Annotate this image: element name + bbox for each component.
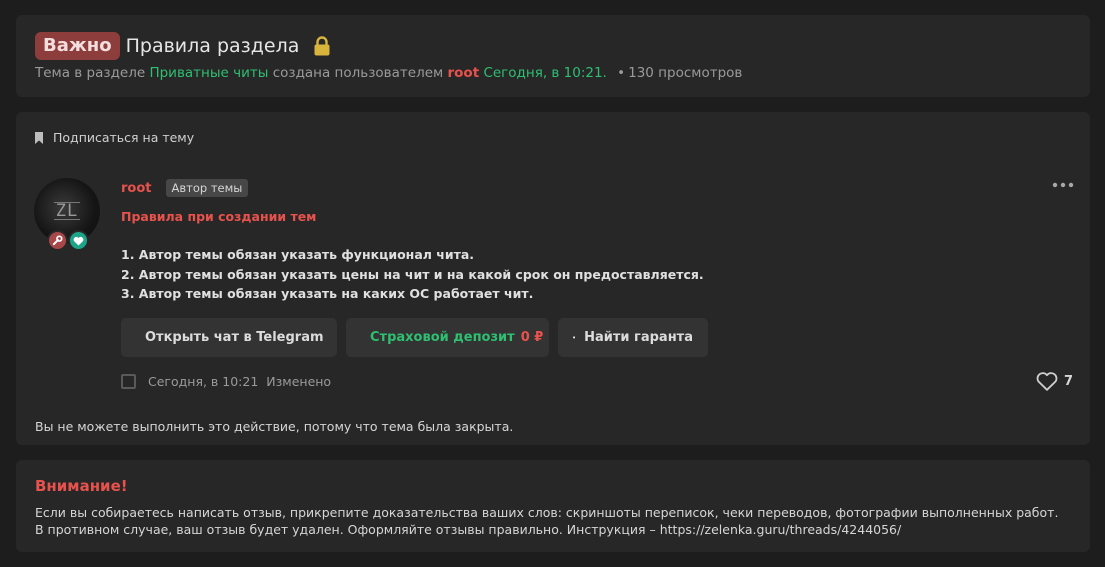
heart-icon <box>1036 372 1058 391</box>
subscribe-label: Подписаться на тему <box>53 130 195 145</box>
title-row: Важно Правила раздела <box>35 32 331 60</box>
post-header: root Автор темы <box>121 179 249 197</box>
thread-date[interactable]: Сегодня, в 10:21. <box>483 65 606 81</box>
view-count: 130 просмотров <box>628 65 743 81</box>
post-footer: Сегодня, в 10:21 Изменено <box>121 374 331 389</box>
notice-line: Если вы собираетесь написать отзыв, прик… <box>35 505 1059 520</box>
rule-item: 3. Автор темы обязан указать на каких ОС… <box>121 286 534 301</box>
like-button[interactable]: 7 <box>1036 372 1073 391</box>
meta-separator: • <box>617 65 626 81</box>
notice-line: В противном случае, ваш отзыв будет удал… <box>35 522 902 537</box>
rules-title: Правила при создании тем <box>121 209 317 224</box>
avatar-text: ZL <box>53 201 81 221</box>
post-username[interactable]: root <box>121 181 152 196</box>
more-options-icon[interactable] <box>1052 178 1074 192</box>
thread-closed-message: Вы не можете выполнить это действие, пот… <box>35 419 514 434</box>
meta-created-by: создана пользователем <box>272 65 444 81</box>
guarantor-label: Найти гаранта <box>584 330 693 345</box>
open-telegram-button[interactable]: Открыть чат в Telegram <box>121 318 337 357</box>
meta-prefix: Тема в разделе <box>35 65 146 81</box>
rules-list: 1. Автор темы обязан указать функционал … <box>121 245 704 304</box>
lock-icon <box>313 36 331 56</box>
edited-label: Изменено <box>266 374 332 389</box>
author-tag: Автор темы <box>165 179 249 197</box>
select-post-checkbox[interactable] <box>121 374 136 389</box>
author-link[interactable]: root <box>447 65 479 81</box>
action-buttons: Открыть чат в Telegram Страховой депозит… <box>121 318 708 357</box>
shield-icon <box>573 336 576 339</box>
section-link[interactable]: Приватные читы <box>149 65 268 81</box>
avatar[interactable]: ZL <box>34 178 100 244</box>
important-badge: Важно <box>35 32 120 60</box>
like-count: 7 <box>1063 374 1073 389</box>
bookmark-icon <box>35 131 43 144</box>
deposit-label: Страховой депозит <box>370 330 515 345</box>
post-timestamp[interactable]: Сегодня, в 10:21 <box>148 374 258 389</box>
heart-badge-icon <box>68 230 89 251</box>
thread-title: Правила раздела <box>125 35 300 57</box>
wrench-icon <box>47 230 68 251</box>
post-container: Подписаться на тему ZL root Автор темы П… <box>16 112 1090 445</box>
notice-text: Если вы собираетесь написать отзыв, прик… <box>35 504 1058 538</box>
rule-item: 1. Автор темы обязан указать функционал … <box>121 247 475 262</box>
thread-header: Важно Правила раздела Тема в разделе При… <box>16 15 1090 97</box>
notice-panel: Внимание! Если вы собираетесь написать о… <box>16 460 1090 552</box>
rule-item: 2. Автор темы обязан указать цены на чит… <box>121 266 704 282</box>
avatar-wrap: ZL <box>34 178 100 251</box>
insurance-deposit-button[interactable]: Страховой депозит 0 ₽ <box>346 318 549 357</box>
notice-title: Внимание! <box>35 477 128 495</box>
thread-meta: Тема в разделе Приватные читы создана по… <box>35 65 742 81</box>
telegram-label: Открыть чат в Telegram <box>145 330 324 345</box>
find-guarantor-button[interactable]: Найти гаранта <box>558 318 708 357</box>
subscribe-button[interactable]: Подписаться на тему <box>34 130 194 145</box>
deposit-amount: 0 ₽ <box>520 330 544 345</box>
